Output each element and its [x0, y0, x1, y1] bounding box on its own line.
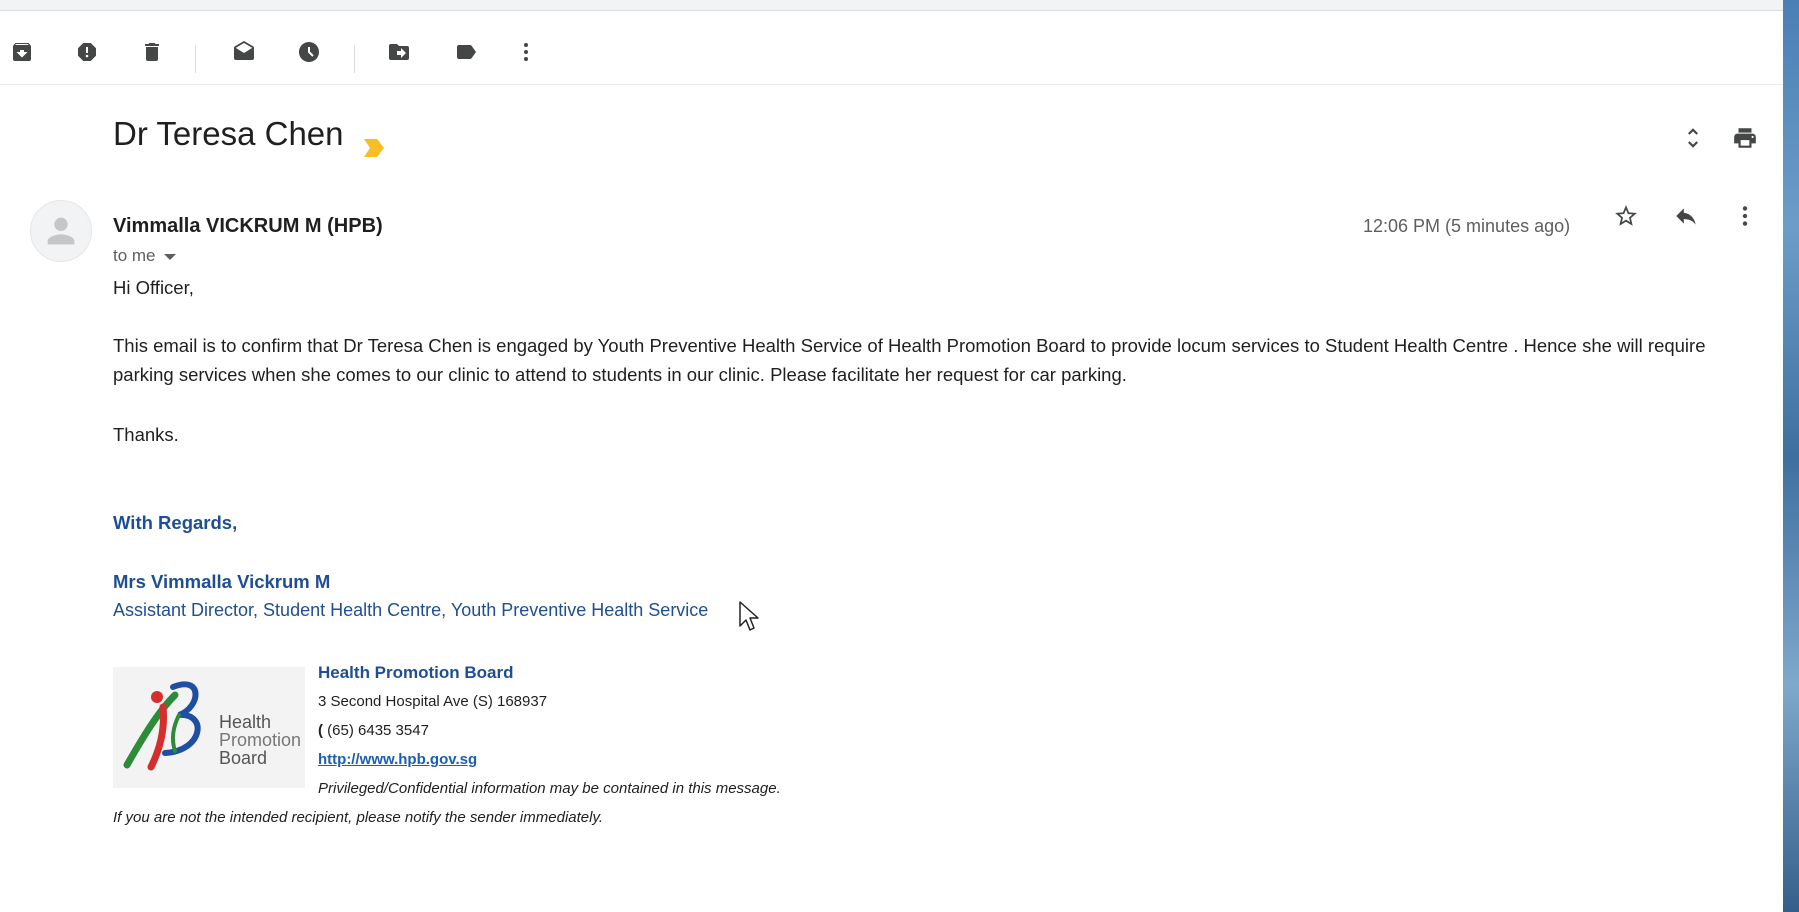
- snooze-icon[interactable]: [289, 32, 329, 72]
- email-greeting: Hi Officer,: [113, 277, 194, 298]
- signature-title: Assistant Director, Student Health Centr…: [113, 600, 709, 620]
- signature-phone: (65) 6435 3547: [323, 722, 429, 739]
- sender-avatar[interactable]: [30, 200, 92, 262]
- signature-name: Mrs Vimmalla Vickrum M: [113, 571, 331, 592]
- label-icon[interactable]: [446, 32, 486, 72]
- expand-all-icon[interactable]: [1675, 120, 1711, 156]
- toolbar-divider: [354, 45, 355, 73]
- move-to-icon[interactable]: [379, 32, 419, 72]
- more-options-icon[interactable]: [1727, 198, 1763, 234]
- report-spam-icon[interactable]: [67, 32, 107, 72]
- more-vert-icon[interactable]: [506, 32, 546, 72]
- email-view: Dr Teresa Chen Vimmalla VICKRUM M (HPB) …: [0, 11, 1783, 912]
- signature-regards: With Regards,: [113, 512, 238, 533]
- star-icon[interactable]: [1608, 198, 1644, 234]
- hpb-logo: Health Promotion Board: [113, 667, 305, 788]
- clipped-tab-text: ...: [0, 0, 13, 5]
- signature-address: 3 Second Hospital Ave (S) 168937: [318, 693, 548, 710]
- recipients-label: to me: [113, 246, 156, 265]
- browser-top-strip: ...: [0, 0, 1783, 11]
- delete-icon[interactable]: [132, 32, 172, 72]
- logo-text-promotion: Promotion: [219, 730, 301, 750]
- important-label-icon[interactable]: [362, 137, 386, 159]
- disclaimer-line-2: If you are not the intended recipient, p…: [113, 809, 604, 826]
- email-thanks: Thanks.: [113, 424, 179, 445]
- archive-icon[interactable]: [2, 32, 42, 72]
- toolbar: [0, 11, 1783, 85]
- person-icon: [47, 217, 75, 245]
- signature-org: Health Promotion Board: [318, 663, 514, 682]
- print-icon[interactable]: [1727, 120, 1763, 156]
- reply-icon[interactable]: [1668, 198, 1704, 234]
- email-timestamp: 12:06 PM (5 minutes ago): [1363, 216, 1571, 236]
- logo-text-board: Board: [219, 748, 267, 768]
- chevron-down-icon[interactable]: [163, 254, 176, 260]
- email-body-paragraph: This email is to confirm that Dr Teresa …: [113, 335, 1706, 385]
- toolbar-divider: [195, 45, 196, 73]
- signature-url-link[interactable]: http://www.hpb.gov.sg: [318, 751, 477, 768]
- disclaimer-line-1: Privileged/Confidential information may …: [318, 780, 781, 797]
- mouse-cursor-icon: [739, 601, 759, 631]
- recipients-summary[interactable]: to me: [113, 246, 176, 266]
- logo-text-health: Health: [219, 712, 271, 732]
- signature-phone-row: ( (65) 6435 3547: [318, 722, 429, 739]
- desktop-background-edge: [1783, 0, 1799, 912]
- email-subject: Dr Teresa Chen: [113, 115, 344, 152]
- mark-as-read-icon[interactable]: [224, 32, 264, 72]
- sender-name[interactable]: Vimmalla VICKRUM M (HPB): [113, 215, 383, 238]
